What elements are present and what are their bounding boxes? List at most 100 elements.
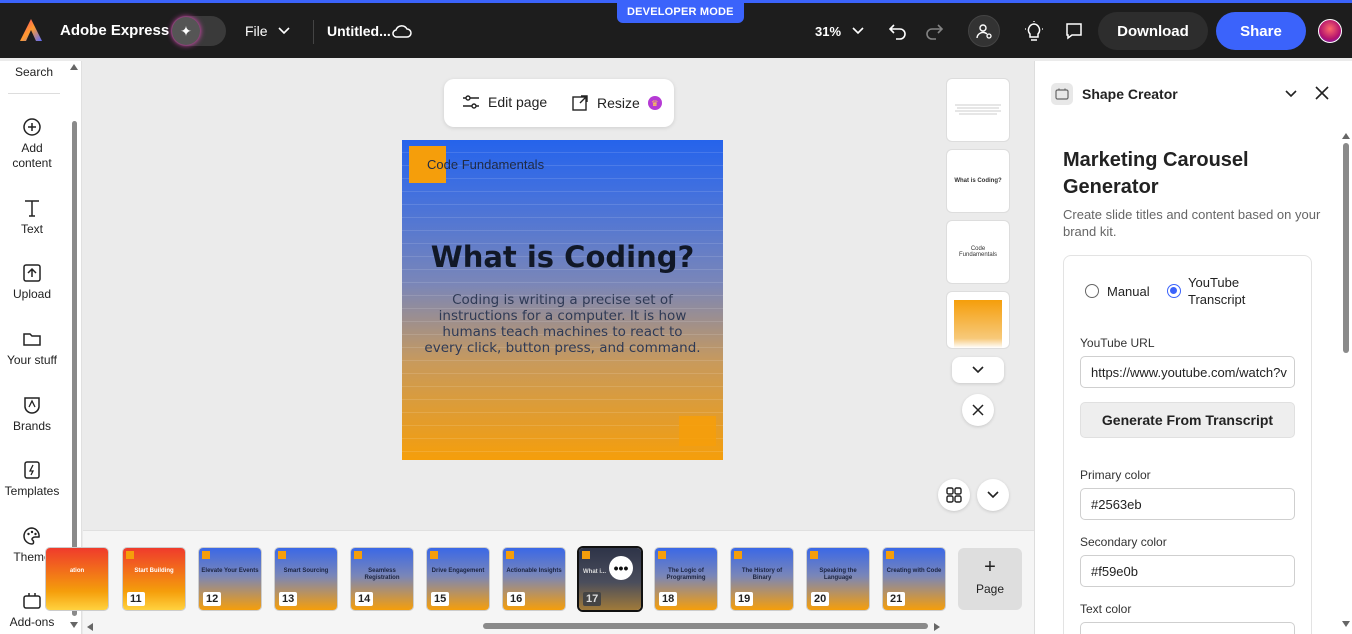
plus-icon: + [984, 556, 996, 578]
primary-color-input[interactable]: #2563eb [1080, 488, 1295, 520]
close-icon[interactable] [1314, 85, 1330, 101]
search-label[interactable]: Search [15, 65, 53, 79]
page-thumbnail-title: Start Building [134, 568, 174, 574]
addons-icon [23, 593, 41, 609]
scroll-down-arrow[interactable] [70, 622, 78, 628]
top-bar: Adobe Express ✦ File Untitled... DEVELOP… [0, 0, 1352, 58]
page-thumbnail[interactable]: The History of Binary 19 [731, 548, 793, 610]
rail-item-brands[interactable]: Brands [0, 395, 64, 434]
avatar[interactable] [1318, 19, 1342, 43]
horizontal-scrollbar[interactable] [483, 623, 928, 629]
thumbnail-card[interactable] [947, 292, 1009, 348]
text-color-label: Text color [1080, 602, 1132, 616]
rail-item-templates[interactable]: Templates [0, 460, 64, 499]
secondary-color-input[interactable]: #f59e0b [1080, 555, 1295, 587]
rail-item-upload[interactable]: Upload [0, 263, 64, 302]
page-thumbnail[interactable]: The Logic of Programming 18 [655, 548, 717, 610]
download-button[interactable]: Download [1098, 12, 1208, 50]
page-thumbnail[interactable]: Start Building 11 [123, 548, 185, 610]
chevron-down-icon [972, 366, 984, 374]
chevron-down-icon[interactable] [851, 24, 865, 38]
resize-button[interactable]: Resize ♛ [571, 94, 662, 112]
slide-subtitle[interactable]: Code Fundamentals [427, 157, 544, 172]
undo-icon[interactable] [888, 21, 908, 41]
redo-icon[interactable] [924, 21, 944, 41]
page-thumbnail[interactable]: Actionable Insights 16 [503, 548, 565, 610]
youtube-transcript-radio[interactable] [1167, 284, 1181, 298]
generate-ai-toggle[interactable]: ✦ [171, 16, 226, 46]
accent-square [126, 551, 134, 559]
page-thumbnail-title: Seamless Registration [364, 568, 400, 581]
rail-item-add-content[interactable]: Add content [0, 117, 64, 171]
rail-item-your-stuff[interactable]: Your stuff [0, 329, 64, 368]
more-options-icon[interactable]: ••• [609, 556, 633, 580]
scroll-up-arrow[interactable] [1342, 133, 1350, 139]
page-number: 17 [583, 592, 602, 606]
page-thumbnail[interactable]: Drive Engagement 15 [427, 548, 489, 610]
page-thumbnail-selected[interactable]: What i... ••• 17 [579, 548, 641, 610]
document-title[interactable]: Untitled... [327, 23, 391, 39]
grid-icon [946, 487, 962, 503]
rail-item-label: Templates [4, 484, 60, 498]
rail-item-text[interactable]: Text [0, 198, 64, 237]
resize-label: Resize [597, 95, 640, 111]
thumbnail-card[interactable] [947, 79, 1009, 141]
chevron-down-icon[interactable] [277, 24, 291, 38]
rail-item-label: Add content [12, 141, 52, 170]
scroll-right-arrow[interactable] [934, 623, 940, 631]
accent-square [354, 551, 362, 559]
page-thumbnail[interactable]: Seamless Registration 14 [351, 548, 413, 610]
share-button[interactable]: Share [1216, 12, 1306, 50]
page-thumbnail[interactable]: ation [46, 548, 108, 610]
zoom-level[interactable]: 31% [815, 24, 841, 39]
manual-label[interactable]: Manual [1107, 283, 1150, 300]
youtube-url-input[interactable]: https://www.youtube.com/watch?v [1080, 356, 1295, 388]
thumbnail-card[interactable]: What is Coding? [947, 150, 1009, 212]
page-thumbnail[interactable]: Smart Sourcing 13 [275, 548, 337, 610]
page-number: 15 [431, 592, 450, 606]
panel-description: Create slide titles and content based on… [1063, 207, 1321, 239]
close-thumbnails-button[interactable] [962, 394, 994, 426]
generate-from-transcript-button[interactable]: Generate From Transcript [1080, 402, 1295, 438]
artboard[interactable]: Code Fundamentals What is Coding? Coding… [402, 140, 723, 460]
scroll-down-arrow[interactable] [1342, 621, 1350, 627]
page-thumbnail[interactable]: Elevate Your Events 12 [199, 548, 261, 610]
slide-body[interactable]: Coding is writing a precise set of instr… [422, 292, 703, 356]
text-lines-thumbnail [955, 104, 1001, 115]
text-color-input[interactable]: #111827 [1080, 622, 1295, 634]
thumbnails-more-button[interactable] [952, 357, 1004, 383]
thumbnail-card[interactable]: Code Fundamentals [947, 221, 1009, 283]
cloud-sync-icon[interactable] [392, 22, 412, 40]
scroll-up-arrow[interactable] [70, 64, 78, 70]
page-thumbnail[interactable]: Speaking the Language 20 [807, 548, 869, 610]
rail-item-label: Add-ons [9, 615, 55, 629]
slide-title[interactable]: What is Coding? [402, 240, 723, 274]
generator-form: Manual YouTube Transcript YouTube URL ht… [1063, 255, 1312, 634]
accent-square[interactable] [679, 416, 716, 446]
sliders-icon [463, 95, 479, 109]
file-menu[interactable]: File [245, 23, 268, 39]
add-page-button[interactable]: + Page [958, 548, 1022, 610]
page-thumbnail[interactable]: Creating with Code 21 [883, 548, 945, 610]
lightbulb-icon[interactable] [1024, 21, 1044, 43]
page-thumbnail-title: The Logic of Programming [666, 568, 706, 581]
plus-circle-icon [23, 118, 41, 136]
scroll-left-arrow[interactable] [87, 623, 93, 631]
collapse-pages-button[interactable] [977, 479, 1009, 511]
accent-square [202, 551, 210, 559]
page-thumbnail-title: Creating with Code [886, 568, 942, 574]
page-number: 13 [279, 592, 298, 606]
chevron-down-icon[interactable] [1283, 86, 1299, 102]
adobe-express-logo-icon[interactable] [18, 17, 44, 43]
comment-icon[interactable] [1064, 21, 1084, 41]
panel-scrollbar[interactable] [1343, 143, 1349, 353]
edit-page-button[interactable]: Edit page [462, 94, 547, 110]
scrollbar[interactable] [72, 121, 77, 616]
brand-name[interactable]: Adobe Express [60, 22, 169, 39]
youtube-transcript-label[interactable]: YouTube Transcript [1188, 274, 1258, 308]
rail-item-label: Your stuff [6, 353, 58, 367]
grid-view-button[interactable] [938, 479, 970, 511]
page-toolbar: Edit page Resize ♛ [444, 79, 674, 127]
collaborate-button[interactable] [968, 15, 1000, 47]
manual-radio[interactable] [1085, 284, 1099, 298]
